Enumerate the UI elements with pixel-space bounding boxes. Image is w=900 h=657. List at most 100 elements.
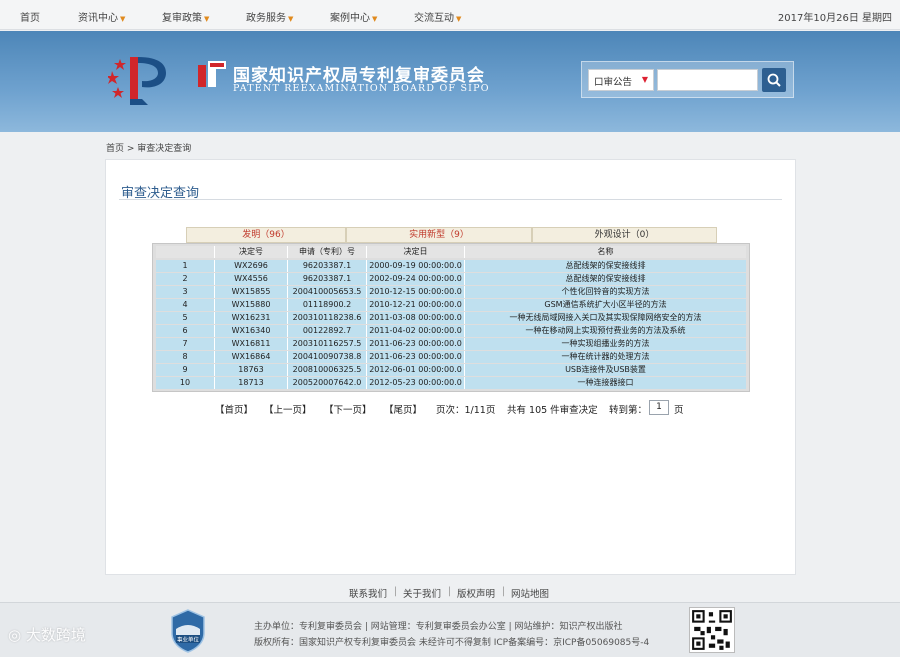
- column-divider: [214, 338, 215, 350]
- table-row[interactable]: 10 18713 200520007642.0 2012-05-23 00:00:00…: [156, 377, 746, 389]
- footer-link-separator: |: [448, 586, 452, 597]
- column-divider: [366, 364, 367, 376]
- nav-label: 首页: [20, 13, 40, 24]
- table-row[interactable]: 4 WX15880 01118900.2 2010-12-21 00:00:00.0 G…: [156, 299, 746, 311]
- column-divider: [464, 286, 465, 298]
- nav-policy[interactable]: 复审政策 ▼: [162, 9, 209, 24]
- last-page-link[interactable]: 【尾页】: [384, 402, 422, 416]
- footer-link-copyright[interactable]: 版权声明: [457, 586, 495, 600]
- cell-decision-date: 2012-06-01 00:00:00.0: [369, 365, 462, 374]
- cell-patent-name[interactable]: 一种实现组播业务的方法: [465, 338, 746, 350]
- footer-link-sitemap[interactable]: 网站地图: [511, 586, 549, 600]
- content-panel: 审查决定查询 发明（96） 实用新型（9） 外观设计（0） 决定号 申请（专利）…: [105, 159, 796, 575]
- tab-utility-model[interactable]: 实用新型（9）: [346, 227, 532, 243]
- goto-page-input[interactable]: 1: [649, 400, 669, 415]
- cell-patent-name[interactable]: 一种在统计器的处理方法: [465, 351, 746, 363]
- dropdown-arrow-icon: ▼: [120, 15, 126, 23]
- table-row[interactable]: 9 18763 200810006325.5 2012-06-01 00:00:00.…: [156, 364, 746, 376]
- cell-decision-number: WX2696: [234, 261, 268, 270]
- column-divider: [287, 338, 288, 350]
- nav-cases[interactable]: 案例中心 ▼: [330, 9, 377, 24]
- badge-text: 事业单位: [177, 636, 200, 644]
- cell-application-number: 96203387.1: [302, 261, 352, 270]
- tab-invention[interactable]: 发明（96）: [186, 227, 346, 243]
- table-header-row: 决定号 申请（专利）号 决定日 名称: [156, 246, 746, 258]
- column-divider: [287, 364, 288, 376]
- cell-application-number: 00122892.7: [302, 326, 352, 335]
- pagination: 【首页】 【上一页】 【下一页】 【尾页】 页次：1/11页 共有 105 件审…: [106, 400, 797, 416]
- column-divider: [214, 312, 215, 324]
- first-page-link[interactable]: 【首页】: [215, 402, 253, 416]
- table-row[interactable]: 6 WX16340 00122892.7 2011-04-02 00:00:00.0 一…: [156, 325, 746, 337]
- column-divider: [287, 325, 288, 337]
- cell-row-index: 6: [182, 326, 188, 335]
- footer-link-contact[interactable]: 联系我们: [349, 586, 387, 600]
- column-header-decision-no: 决定号: [239, 247, 263, 256]
- cell-row-index: 8: [182, 352, 188, 361]
- nav-exchange[interactable]: 交流互动 ▼: [414, 9, 461, 24]
- sipo-logo-icon: [198, 61, 226, 87]
- nav-home[interactable]: 首页: [20, 9, 40, 24]
- table-row[interactable]: 8 WX16864 200410090738.8 2011-06-23 00:00:0…: [156, 351, 746, 363]
- column-divider: [464, 260, 465, 272]
- column-divider: [464, 273, 465, 285]
- cell-patent-name[interactable]: 一种无线局域网接入关口及其实现保障网络安全的方法: [465, 312, 746, 324]
- cell-row-index: 9: [182, 365, 188, 374]
- column-divider: [464, 312, 465, 324]
- search-type-select[interactable]: 口审公告 ▼: [588, 69, 654, 91]
- table-row[interactable]: 7 WX16811 200310116257.5 2011-06-23 00:00:0…: [156, 338, 746, 350]
- cell-application-number: 200310116257.5: [292, 339, 362, 348]
- search-type-value: 口审公告: [594, 77, 633, 88]
- footer-link-separator: |: [502, 586, 506, 597]
- search-icon: [767, 73, 781, 87]
- search-button[interactable]: [762, 68, 786, 92]
- footer: 事业单位 主办单位：专利复审委员会 | 网站管理：专利复审委员会办公室 | 网站…: [0, 602, 900, 657]
- dropdown-arrow-icon: ▼: [372, 15, 378, 23]
- footer-links: 联系我们 | 关于我们 | 版权声明 | 网站地图: [0, 584, 900, 600]
- next-page-link[interactable]: 【下一页】: [324, 402, 372, 416]
- column-divider: [366, 286, 367, 298]
- column-divider: [366, 338, 367, 350]
- column-divider: [214, 286, 215, 298]
- cell-patent-name[interactable]: 总配线架的保安接线排: [465, 273, 746, 285]
- cell-application-number: 200410005653.5: [292, 287, 362, 296]
- table-row[interactable]: 3 WX15855 200410005653.5 2010-12-15 00:00:0…: [156, 286, 746, 298]
- table-row[interactable]: 5 WX16231 200310118238.6 2011-03-08 00:00:0…: [156, 312, 746, 324]
- cell-patent-name[interactable]: 一种连接器接口: [465, 377, 746, 389]
- dropdown-arrow-icon: ▼: [456, 15, 462, 23]
- cell-row-index: 7: [182, 339, 188, 348]
- nav-label: 政务服务: [246, 13, 286, 24]
- column-divider: [214, 273, 215, 285]
- breadcrumb[interactable]: 首页 > 审查决定查询: [106, 141, 191, 154]
- cell-decision-date: 2011-03-08 00:00:00.0: [369, 313, 462, 322]
- cell-application-number: 01118900.2: [302, 300, 352, 309]
- public-institution-badge-icon[interactable]: 事业单位: [170, 609, 206, 653]
- cell-decision-number: WX15880: [231, 300, 271, 309]
- cell-patent-name[interactable]: USB连接件及USB装置: [465, 364, 746, 376]
- table-row[interactable]: 2 WX4556 96203387.1 2002-09-24 00:00:00.0 总配…: [156, 273, 746, 285]
- table-row[interactable]: 1 WX2696 96203387.1 2000-09-19 00:00:00.0 总配…: [156, 260, 746, 272]
- cell-decision-number: WX4556: [234, 274, 268, 283]
- column-divider: [366, 260, 367, 272]
- current-date: 2017年10月26日 星期四: [777, 13, 892, 24]
- tab-design[interactable]: 外观设计（0）: [532, 227, 717, 243]
- cell-patent-name[interactable]: 一种在移动网上实现预付费业务的方法及系统: [465, 325, 746, 337]
- column-divider: [464, 377, 465, 389]
- column-header-name: 名称: [597, 247, 614, 256]
- emblem-icon[interactable]: [108, 53, 170, 109]
- cell-decision-number: WX16340: [231, 326, 271, 335]
- footer-link-about[interactable]: 关于我们: [403, 586, 441, 600]
- search-input[interactable]: [657, 69, 758, 91]
- column-divider: [287, 273, 288, 285]
- cell-patent-name[interactable]: 总配线架的保安接线排: [465, 260, 746, 272]
- goto-label: 转到第：: [609, 405, 648, 416]
- prev-page-link[interactable]: 【上一页】: [264, 402, 312, 416]
- cell-application-number: 96203387.1: [302, 274, 352, 283]
- nav-services[interactable]: 政务服务 ▼: [246, 9, 293, 24]
- cell-patent-name[interactable]: 个性化回铃音的实现方法: [465, 286, 746, 298]
- column-divider: [464, 325, 465, 337]
- nav-news[interactable]: 资讯中心 ▼: [78, 9, 125, 24]
- column-divider: [287, 377, 288, 389]
- column-divider: [464, 338, 465, 350]
- cell-patent-name[interactable]: GSM通信系统扩大小区半径的方法: [465, 299, 746, 311]
